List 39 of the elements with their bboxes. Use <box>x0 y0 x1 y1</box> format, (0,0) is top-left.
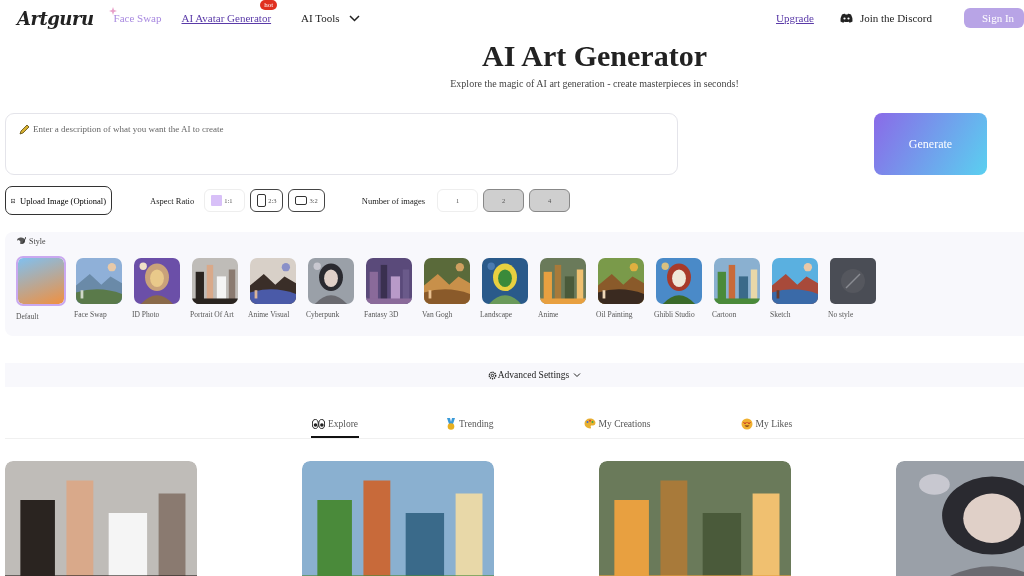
chevron-icon <box>573 372 582 378</box>
palette-icon <box>16 237 26 245</box>
page-title: AI Art Generator <box>482 38 707 74</box>
style-option[interactable] <box>248 256 298 306</box>
aspect-ratio-label: Aspect Ratio <box>150 195 195 206</box>
tab[interactable]: My Likes <box>739 411 794 438</box>
upload-image-button[interactable]: Upload Image (Optional) <box>5 186 112 215</box>
style-option[interactable] <box>364 256 414 306</box>
tab[interactable]: Trending <box>445 411 495 438</box>
nav-link[interactable]: AI Avatar Generator <box>181 12 272 24</box>
advanced-settings-label: Advanced Settings <box>497 370 570 380</box>
sparkle-icon <box>108 7 117 15</box>
style-option[interactable] <box>190 256 240 306</box>
style-option[interactable] <box>596 256 646 306</box>
tab[interactable]: My Creations <box>582 411 652 438</box>
discord-link[interactable]: Join the Discord <box>859 12 932 24</box>
smiley-icon <box>740 417 753 430</box>
tab[interactable]: Explore <box>311 411 360 438</box>
style-option[interactable] <box>132 256 182 306</box>
chevron-icon <box>348 14 360 22</box>
style-option[interactable] <box>306 256 356 306</box>
settings-icon <box>487 370 497 380</box>
medal-icon <box>446 417 457 430</box>
style-option[interactable] <box>654 256 704 306</box>
gradient-swatch <box>18 258 64 304</box>
nav-menu[interactable]: AI Tools <box>301 12 360 24</box>
logo[interactable]: Artguru <box>17 7 94 29</box>
advanced-settings-toggle[interactable]: Advanced Settings <box>5 363 1024 387</box>
eyes-icon <box>312 418 325 429</box>
prompt-field[interactable]: Enter a description of what you want the AI to create <box>5 113 678 175</box>
palette-icon <box>583 418 596 429</box>
style-option[interactable] <box>538 256 588 306</box>
number-of-images-label: Number of images <box>361 195 426 206</box>
pencil-icon <box>19 124 30 135</box>
upgrade-link[interactable]: Upgrade <box>776 12 814 24</box>
style-heading: Style <box>29 236 46 246</box>
style-option[interactable] <box>480 256 530 306</box>
discord-icon <box>839 13 853 23</box>
page-subtitle: Explore the magic of AI art generation - create masterpieces in seconds! <box>450 78 739 89</box>
